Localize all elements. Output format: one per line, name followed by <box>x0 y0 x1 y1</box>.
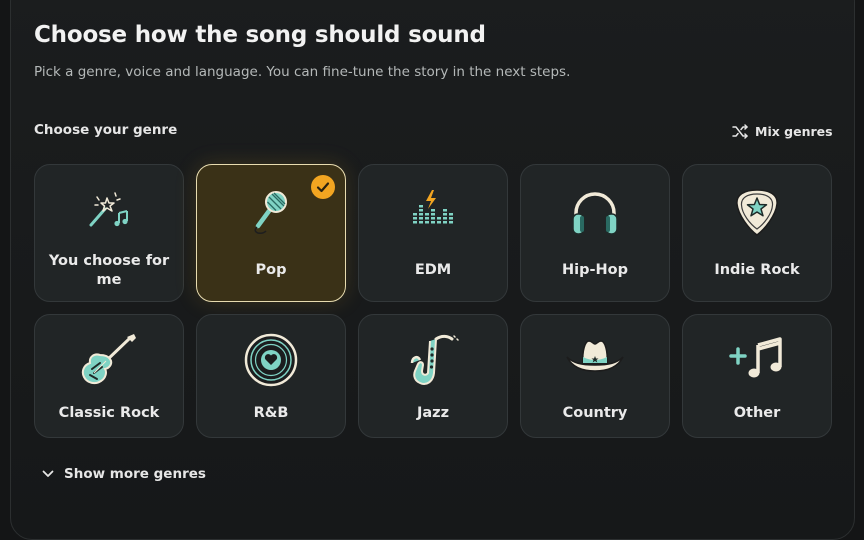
cowboy-hat-icon <box>566 340 624 372</box>
genre-label: Pop <box>255 262 287 278</box>
equalizer-bolt-icon <box>413 190 453 224</box>
genre-label: Classic Rock <box>58 405 160 421</box>
show-more-genres-button[interactable]: Show more genres <box>42 466 206 482</box>
genre-label: Jazz <box>416 405 450 421</box>
genre-label: R&B <box>253 405 289 421</box>
genre-label: EDM <box>414 262 452 278</box>
genre-card-hip-hop[interactable]: Hip-Hop <box>520 164 670 302</box>
genre-label: Indie Rock <box>714 262 800 278</box>
selected-check-icon <box>311 175 335 199</box>
genre-card-you-choose[interactable]: You choose for me <box>34 164 184 302</box>
page-title: Choose how the song should sound <box>34 22 486 48</box>
genre-card-jazz[interactable]: Jazz <box>358 314 508 438</box>
genre-card-other[interactable]: Other <box>682 314 832 438</box>
mix-genres-button[interactable]: Mix genres <box>732 120 833 142</box>
genre-card-rnb[interactable]: R&B <box>196 314 346 438</box>
electric-guitar-icon <box>81 334 136 385</box>
genre-grid: You choose for me Pop EDM Hip-Hop Indie … <box>34 164 832 438</box>
genre-label: Country <box>562 405 628 421</box>
headphones-icon <box>572 192 618 235</box>
genre-card-country[interactable]: Country <box>520 314 670 438</box>
page-subtitle: Pick a genre, voice and language. You ca… <box>34 64 571 80</box>
genre-section-label: Choose your genre <box>34 122 178 138</box>
genre-card-classic-rock[interactable]: Classic Rock <box>34 314 184 438</box>
plus-music-note-icon <box>729 337 782 378</box>
magic-wand-music-icon <box>89 192 128 227</box>
genre-card-indie-rock[interactable]: Indie Rock <box>682 164 832 302</box>
saxophone-icon <box>410 334 459 385</box>
genre-card-pop[interactable]: Pop <box>196 164 346 302</box>
genre-label: Other <box>733 405 781 421</box>
mix-genres-label: Mix genres <box>755 123 833 139</box>
shuffle-icon <box>732 123 748 139</box>
guitar-pick-star-icon <box>736 189 778 236</box>
microphone-icon <box>254 191 287 234</box>
vinyl-heart-icon <box>244 333 298 387</box>
genre-label: Hip-Hop <box>562 262 628 278</box>
show-more-genres-label: Show more genres <box>64 466 206 482</box>
genre-card-edm[interactable]: EDM <box>358 164 508 302</box>
genre-label: You choose for me <box>48 253 170 288</box>
chevron-down-icon <box>42 470 54 477</box>
